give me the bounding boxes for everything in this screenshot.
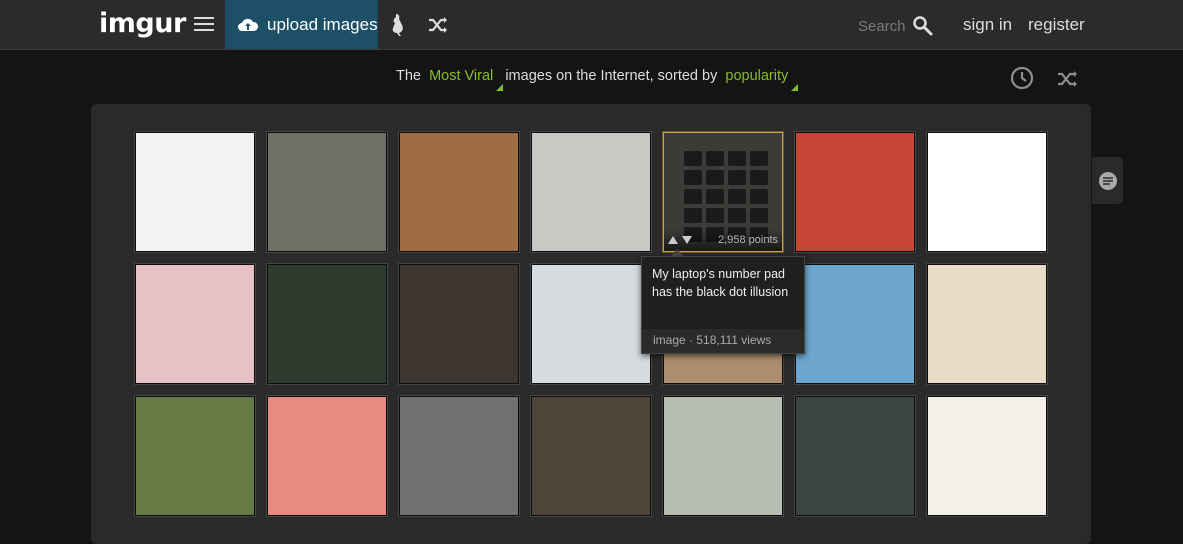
section-dropdown[interactable]: Most Viral <box>429 68 504 91</box>
cloud-upload-icon <box>238 18 259 31</box>
register-link[interactable]: register <box>1028 15 1085 35</box>
shuffle-sort-icon[interactable] <box>1057 70 1079 88</box>
search-box <box>858 15 934 37</box>
image-tooltip: My laptop's number pad has the black dot… <box>641 249 805 354</box>
search-input[interactable] <box>858 17 906 35</box>
gallery-thumbnail[interactable] <box>399 264 519 384</box>
upload-images-button[interactable]: upload images <box>225 0 378 49</box>
gallery-thumbnail[interactable] <box>927 264 1047 384</box>
sort-description: The Most Viral images on the Internet, s… <box>396 68 799 91</box>
gallery-thumbnail[interactable] <box>927 396 1047 516</box>
menu-icon[interactable] <box>194 17 214 31</box>
upvote-icon[interactable] <box>668 236 678 244</box>
gallery-thumbnail[interactable] <box>927 132 1047 252</box>
tooltip-meta: image · 518,111 views <box>642 329 804 353</box>
section-label: Most Viral <box>429 68 494 84</box>
random-mode-bird-icon[interactable] <box>389 12 407 38</box>
gallery-thumbnail[interactable] <box>135 396 255 516</box>
points-label: 2,958 points <box>718 234 778 246</box>
clock-icon[interactable] <box>1010 66 1034 90</box>
upload-images-label: upload images <box>267 14 378 34</box>
gallery-thumbnail[interactable] <box>399 132 519 252</box>
thumbnail-overlay: 2,958 points <box>664 229 782 251</box>
gallery-thumbnail[interactable] <box>531 264 651 384</box>
gallery-thumbnail[interactable]: 2,958 points <box>663 132 783 252</box>
shuffle-icon[interactable] <box>428 16 448 34</box>
dropdown-corner-icon <box>496 84 504 91</box>
comment-icon <box>1098 171 1117 190</box>
gallery-thumbnail[interactable] <box>135 264 255 384</box>
sign-in-link[interactable]: sign in <box>963 15 1012 35</box>
sort-label: popularity <box>725 68 789 84</box>
gallery-thumbnail[interactable] <box>795 396 915 516</box>
gallery-thumbnail[interactable] <box>267 132 387 252</box>
sort-prefix: The <box>396 68 421 84</box>
gallery-thumbnail[interactable] <box>267 264 387 384</box>
sort-dropdown[interactable]: popularity <box>725 68 799 91</box>
gallery-thumbnail[interactable] <box>795 132 915 252</box>
sort-middle-text: images on the Internet, sorted by <box>505 68 718 84</box>
gallery-thumbnail[interactable] <box>135 132 255 252</box>
gallery-thumbnail[interactable] <box>531 396 651 516</box>
comments-side-tab[interactable] <box>1092 157 1123 204</box>
tooltip-title: My laptop's number pad has the black dot… <box>652 267 789 299</box>
dropdown-corner-icon <box>791 84 799 91</box>
gallery-thumbnail[interactable] <box>399 396 519 516</box>
gallery-thumbnail[interactable] <box>267 396 387 516</box>
gallery-thumbnail[interactable] <box>663 396 783 516</box>
search-icon[interactable] <box>912 15 934 37</box>
imgur-logo[interactable]: imgur <box>99 8 186 39</box>
gallery-thumbnail[interactable] <box>795 264 915 384</box>
downvote-icon[interactable] <box>682 236 692 244</box>
top-navigation-bar: imgur upload images sign in register <box>0 0 1183 50</box>
gallery-thumbnail[interactable] <box>531 132 651 252</box>
